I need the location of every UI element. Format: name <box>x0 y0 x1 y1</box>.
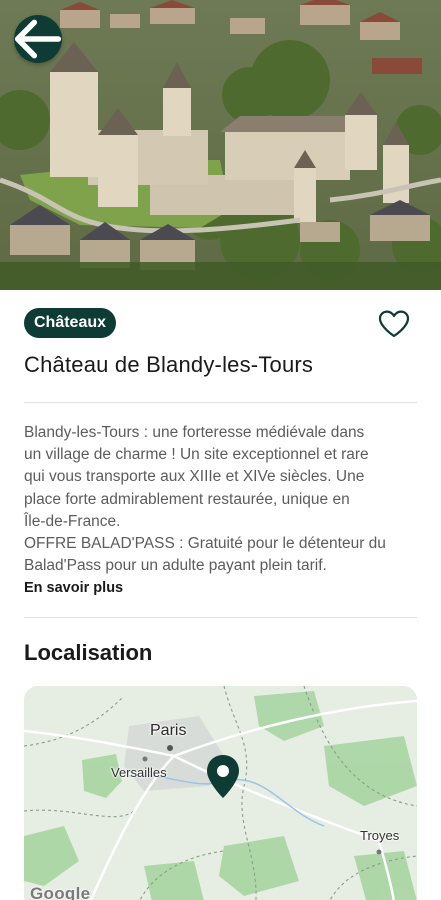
map-pin-icon[interactable] <box>204 753 242 801</box>
description-line: Île-de-France. <box>24 512 121 530</box>
heart-outline-icon <box>378 310 410 338</box>
category-badge[interactable]: Châteaux <box>24 308 117 338</box>
location-map[interactable]: Paris Versailles Troyes Google <box>24 686 417 900</box>
castle-photo <box>0 0 441 290</box>
description-line: un village de charme ! Un site exception… <box>24 446 369 464</box>
page-title: Château de Blandy-les-Tours <box>24 352 314 377</box>
read-more-link[interactable]: En savoir plus <box>24 580 123 596</box>
description-line: OFFRE BALAD'PASS : Gratuité pour le déte… <box>24 535 386 553</box>
location-title: Localisation <box>24 640 153 665</box>
description-line: Blandy-les-Tours : une forteresse médiév… <box>24 424 365 441</box>
map-label-troyes: Troyes <box>360 828 400 843</box>
google-logo: Google <box>30 884 91 900</box>
description-line: Balad'Pass pour un adulte payant plein t… <box>24 557 327 575</box>
hero-image <box>0 0 441 290</box>
description-line: place forte admirablement restaurée, uni… <box>24 490 350 508</box>
arrow-left-icon <box>14 19 62 59</box>
description: Blandy-les-Tours : une forteresse médiév… <box>24 422 417 577</box>
divider <box>24 402 417 403</box>
back-button[interactable] <box>14 15 62 63</box>
favorite-button[interactable] <box>377 307 411 341</box>
map-label-versailles: Versailles <box>111 765 167 780</box>
divider <box>24 617 417 618</box>
map-label-paris: Paris <box>150 722 187 739</box>
description-line: qui vous transporte aux XIIIe et XIVe si… <box>24 468 365 486</box>
